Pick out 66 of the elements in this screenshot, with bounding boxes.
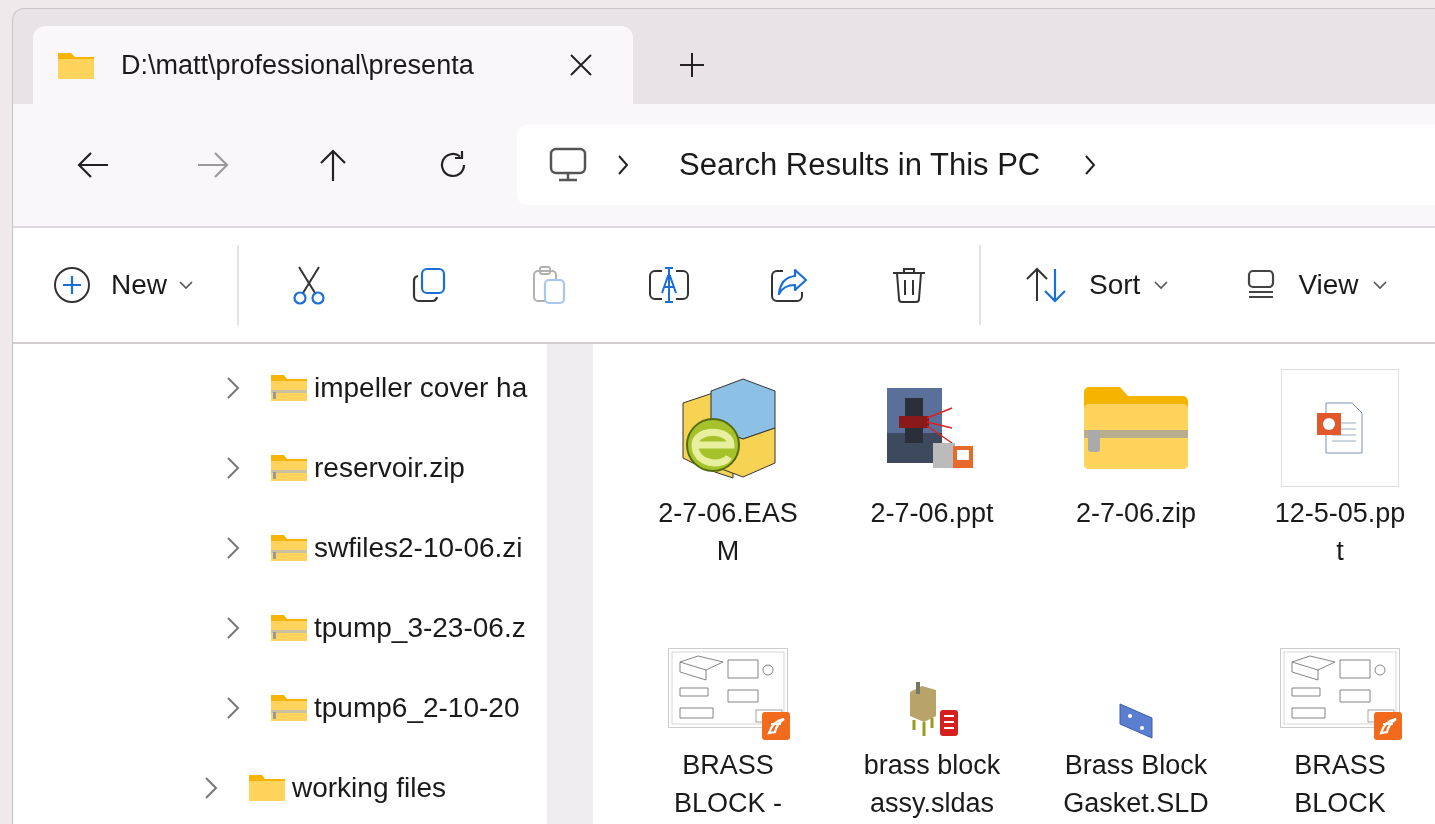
trash-icon xyxy=(891,266,927,304)
file-name: BLOCK xyxy=(1294,787,1386,820)
tree-item[interactable]: working files xyxy=(13,748,547,824)
file-name: 2-7-06.ppt xyxy=(870,497,994,530)
clipboard-icon xyxy=(530,265,568,305)
zip-folder-icon xyxy=(1082,386,1190,470)
rename-icon xyxy=(648,266,690,304)
breadcrumb[interactable]: Search Results in This PC xyxy=(659,147,1055,183)
caret-icon xyxy=(1372,280,1387,290)
share-icon xyxy=(769,266,809,304)
file-name: assy.sldas xyxy=(869,787,994,820)
copy-icon xyxy=(410,266,448,304)
file-name: BLOCK - xyxy=(674,787,782,820)
file-item[interactable]: Brass Block Gasket.SLD xyxy=(1034,634,1238,822)
file-name: M xyxy=(716,535,740,568)
tree-item[interactable]: tpump_3-23-06.z xyxy=(13,588,547,668)
folder-icon xyxy=(248,773,286,803)
zip-folder-icon xyxy=(270,533,308,563)
folder-icon xyxy=(57,50,95,80)
file-item[interactable]: 2-7-06.EAS M xyxy=(626,362,830,570)
file-name: BRASS xyxy=(1294,749,1386,782)
file-name: t xyxy=(1336,535,1344,568)
app-badge-icon xyxy=(762,712,790,740)
file-name: brass block xyxy=(863,749,1001,782)
sort-arrows-icon xyxy=(1025,267,1067,303)
sort-button[interactable]: Sort xyxy=(1019,253,1175,317)
file-item[interactable]: 12-5-05.pp t xyxy=(1238,362,1435,570)
file-name: 2-7-06.EAS xyxy=(658,497,798,530)
plus-circle-icon xyxy=(53,266,91,304)
file-item[interactable]: 2-7-06.ppt xyxy=(830,362,1034,570)
zip-folder-icon xyxy=(270,613,308,643)
up-arrow-icon xyxy=(318,148,348,182)
tree-item[interactable]: impeller cover ha xyxy=(13,348,547,428)
tree-item[interactable]: swfiles2-10-06.zi xyxy=(13,508,547,588)
file-item[interactable]: 2-7-06.zip xyxy=(1034,362,1238,570)
file-item[interactable]: BRASS BLOCK - xyxy=(626,634,830,822)
file-name: BRASS xyxy=(682,749,774,782)
close-icon[interactable] xyxy=(569,53,593,77)
new-tab-icon[interactable] xyxy=(679,52,705,78)
view-button[interactable]: View xyxy=(1240,253,1393,317)
chevron-icon[interactable] xyxy=(617,154,629,176)
presentation-file-icon xyxy=(1316,401,1364,455)
file-name: Gasket.SLD xyxy=(1063,787,1209,820)
file-name: 2-7-06.zip xyxy=(1075,497,1197,530)
view-layout-icon xyxy=(1246,269,1277,301)
back-arrow-icon xyxy=(76,150,110,180)
file-item[interactable]: brass block assy.sldas xyxy=(830,634,1034,822)
file-name: Brass Block xyxy=(1064,749,1208,782)
tree-item[interactable]: reservoir.zip xyxy=(13,428,547,508)
app-badge-icon xyxy=(1374,712,1402,740)
file-name: 12-5-05.pp xyxy=(1274,497,1406,530)
monitor-icon xyxy=(549,147,587,183)
zip-folder-icon xyxy=(270,693,308,723)
scissors-icon xyxy=(291,265,327,305)
forward-arrow-icon xyxy=(196,150,230,180)
tree-item[interactable]: tpump6_2-10-20 xyxy=(13,668,547,748)
gasket-part-icon xyxy=(1116,700,1156,740)
address-bar[interactable]: Search Results in This PC xyxy=(517,125,1435,205)
file-item[interactable]: BRASS BLOCK xyxy=(1238,634,1435,822)
caret-icon xyxy=(1154,280,1169,290)
zip-folder-icon xyxy=(270,453,308,483)
caret-icon xyxy=(179,280,193,290)
new-button[interactable]: New xyxy=(47,253,199,317)
zip-folder-icon xyxy=(270,373,308,403)
tab[interactable]: D:\matt\professional\presenta xyxy=(33,26,633,104)
chevron-icon[interactable] xyxy=(1084,154,1097,176)
